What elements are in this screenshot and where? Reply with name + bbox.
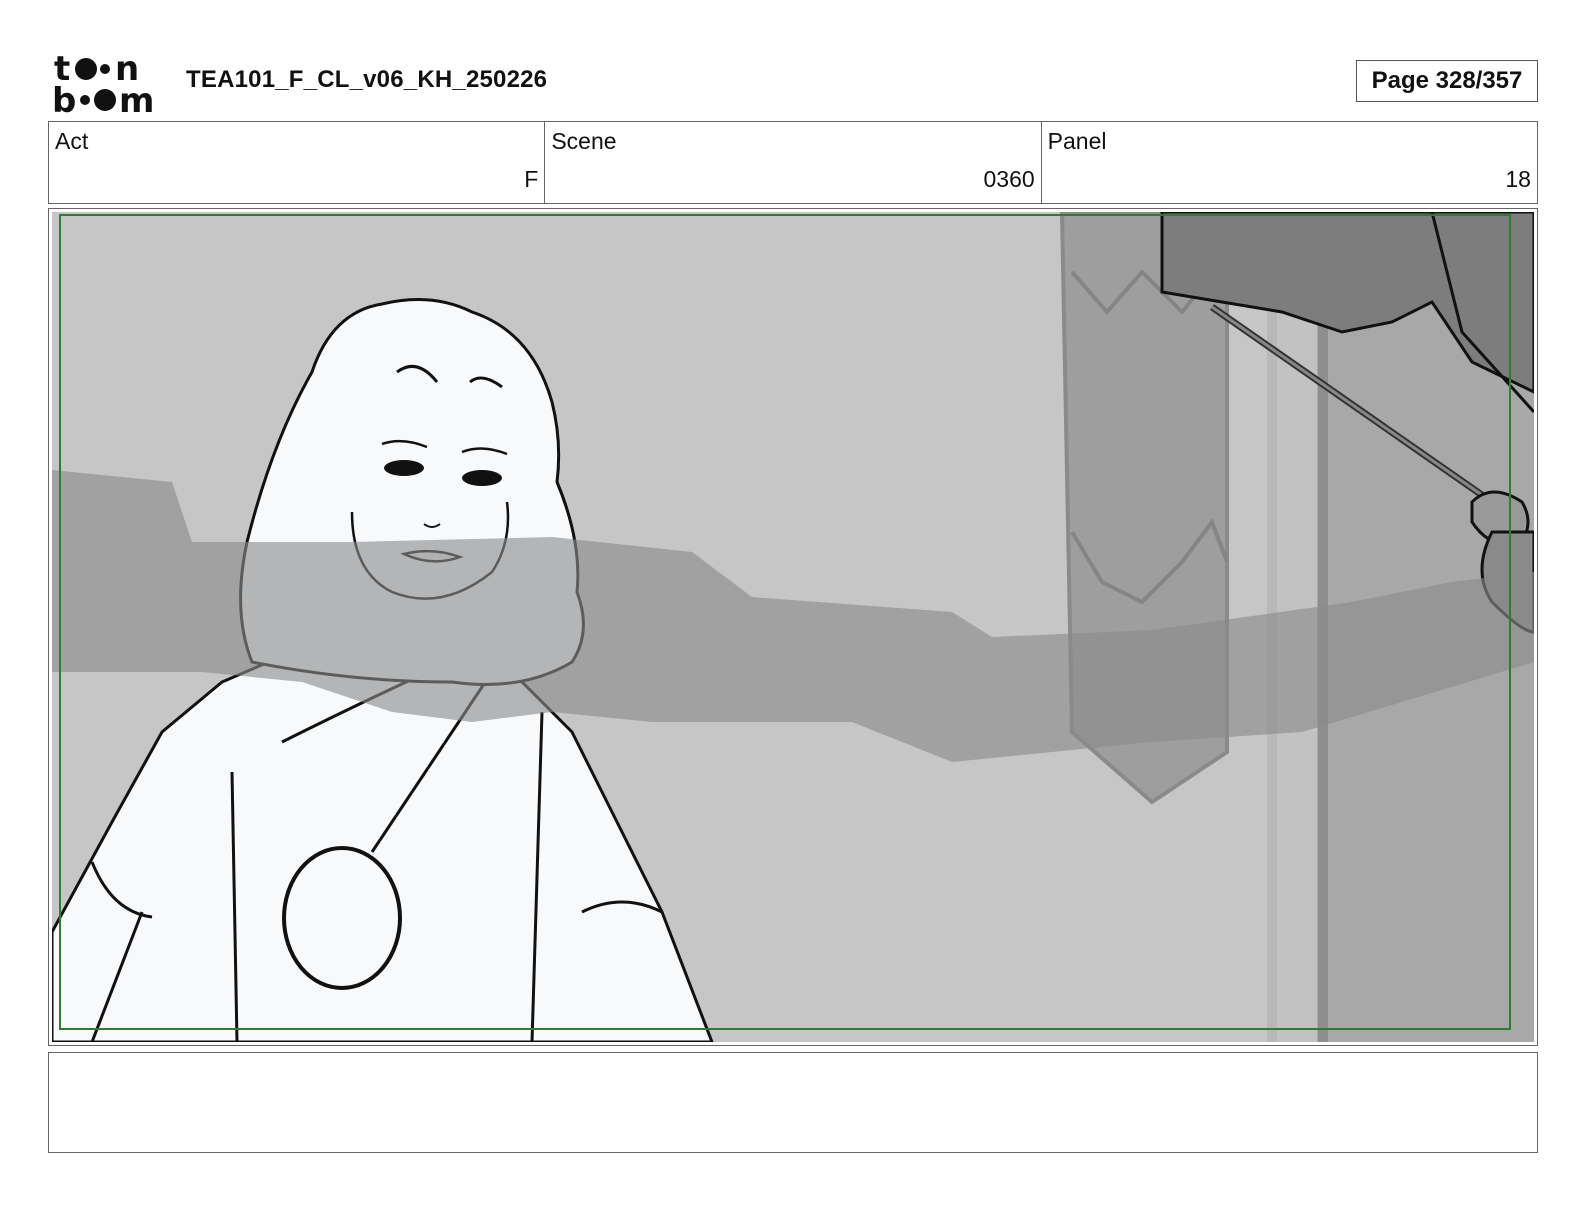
page-indicator: Page 328/357 bbox=[1356, 60, 1538, 102]
panel-image-frame bbox=[48, 208, 1538, 1046]
caption-box bbox=[48, 1052, 1538, 1153]
svg-text:m: m bbox=[119, 81, 154, 114]
act-value: F bbox=[524, 166, 539, 192]
panel-cell: Panel 18 bbox=[1042, 122, 1537, 203]
scene-label: Scene bbox=[551, 128, 617, 154]
panel-value: 18 bbox=[1505, 166, 1531, 192]
storyboard-sketch bbox=[52, 212, 1534, 1042]
info-table: Act F Scene 0360 Panel 18 bbox=[48, 121, 1538, 204]
svg-text:b: b bbox=[52, 81, 76, 114]
scene-cell: Scene 0360 bbox=[545, 122, 1042, 203]
document-title: TEA101_F_CL_v06_KH_250226 bbox=[186, 66, 548, 93]
act-label: Act bbox=[55, 128, 89, 154]
scene-value: 0360 bbox=[983, 166, 1035, 192]
panel-label: Panel bbox=[1047, 128, 1107, 154]
toon-boom-logo: t n b m bbox=[52, 50, 154, 114]
act-cell: Act F bbox=[49, 122, 546, 203]
